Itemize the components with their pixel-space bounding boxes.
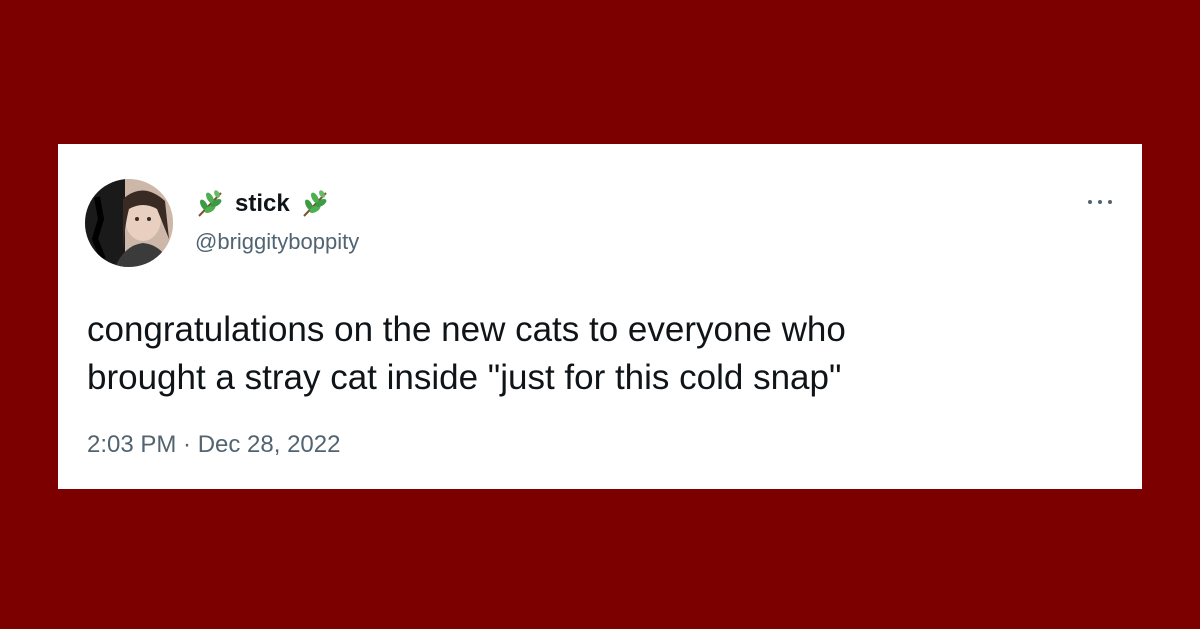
more-horizontal-icon xyxy=(1088,200,1092,204)
herb-icon xyxy=(300,189,330,219)
more-dot xyxy=(1108,200,1112,204)
herb-icon xyxy=(195,189,225,219)
name-row[interactable]: stick xyxy=(195,188,330,220)
tweet-text: congratulations on the new cats to every… xyxy=(87,310,846,397)
tweet-card: stick @briggityboppity congratulations o… xyxy=(58,144,1142,489)
more-options-button[interactable] xyxy=(1088,192,1112,212)
more-dot xyxy=(1098,200,1102,204)
avatar-image xyxy=(85,179,173,267)
user-handle[interactable]: @briggityboppity xyxy=(195,228,359,256)
avatar[interactable] xyxy=(85,179,173,267)
tweet-timestamp[interactable]: 2:03 PM · Dec 28, 2022 xyxy=(87,429,340,461)
display-name[interactable]: stick xyxy=(235,188,290,220)
